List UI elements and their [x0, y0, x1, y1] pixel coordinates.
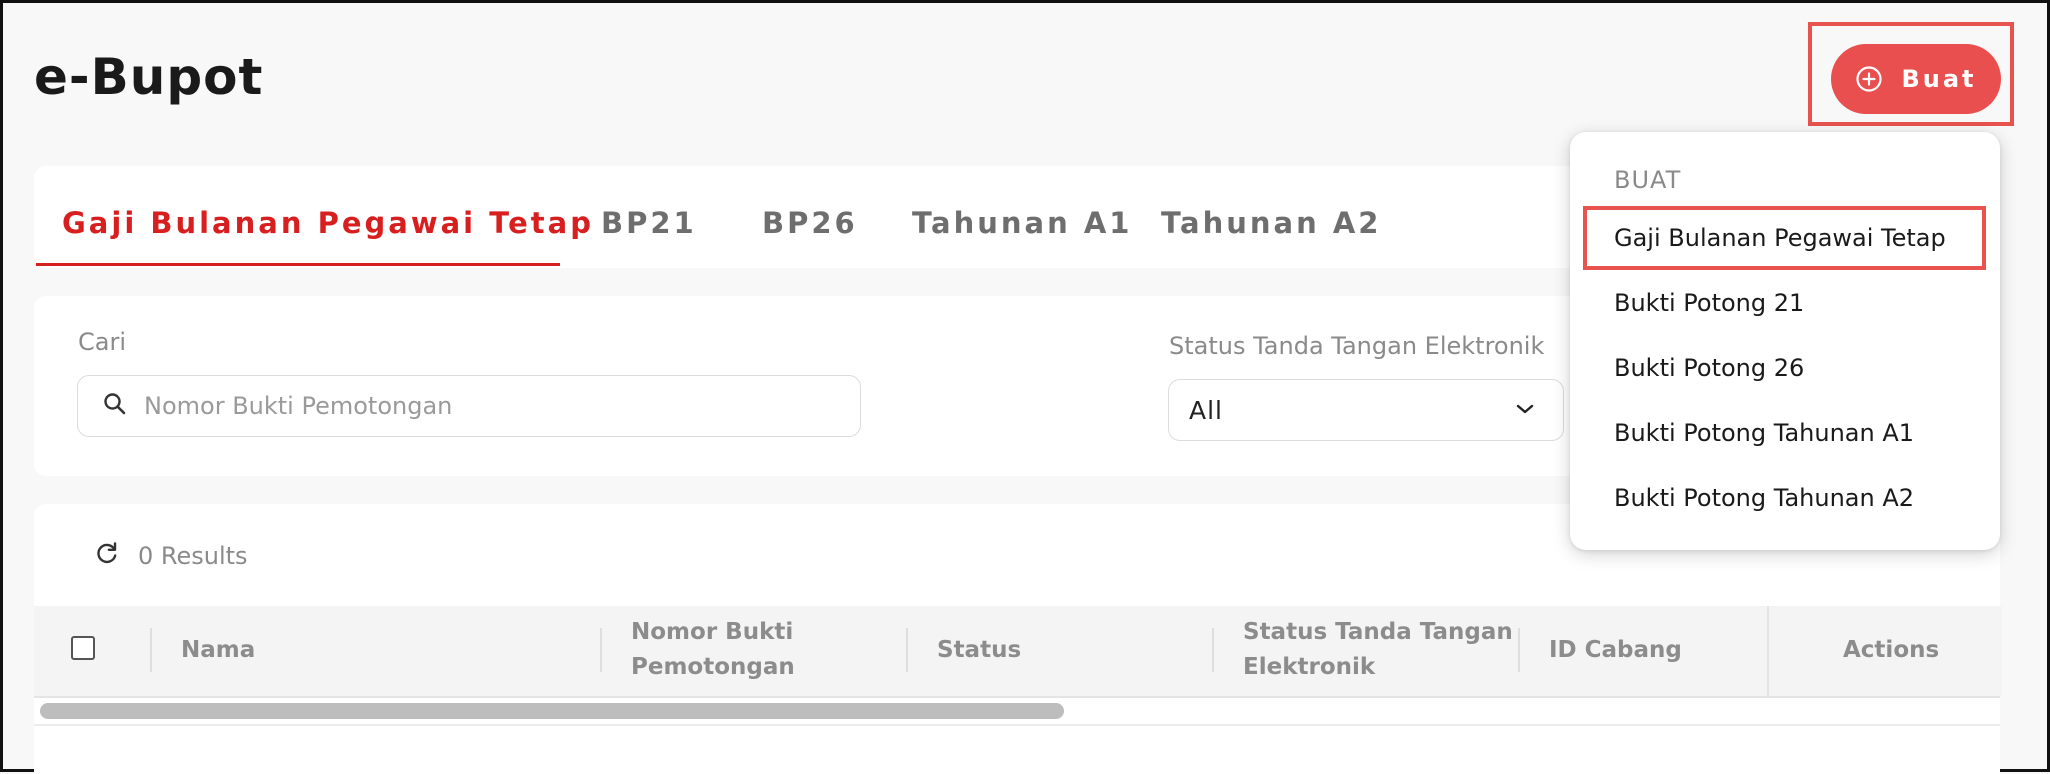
column-divider — [1212, 628, 1214, 672]
create-dropdown-menu: BUAT Gaji Bulanan Pegawai Tetap Bukti Po… — [1570, 132, 2000, 550]
column-header-label: Nama — [181, 637, 256, 663]
column-header-nomor-bukti[interactable]: Nomor Bukti Pemotongan — [631, 615, 795, 685]
column-header-label: Status — [937, 637, 1022, 663]
horizontal-scrollbar[interactable] — [34, 698, 2000, 726]
create-button[interactable]: Buat — [1831, 44, 2001, 114]
menu-item-bukti-potong-21[interactable]: Bukti Potong 21 — [1614, 289, 1804, 317]
active-tab-indicator — [36, 263, 560, 266]
actions-column: Actions — [1767, 606, 2002, 696]
results-bar: 0 Results — [94, 540, 248, 572]
column-divider — [150, 628, 152, 672]
column-divider — [1518, 628, 1520, 672]
tab-gaji-bulanan-pegawai-tetap[interactable]: Gaji Bulanan Pegawai Tetap — [62, 206, 594, 240]
refresh-icon[interactable] — [94, 540, 120, 572]
menu-item-bukti-potong-26[interactable]: Bukti Potong 26 — [1614, 354, 1804, 382]
tab-tahunan-a2[interactable]: Tahunan A2 — [1161, 206, 1381, 240]
column-header-label: Status Tanda Tangan — [1243, 619, 1513, 645]
menu-header: BUAT — [1614, 166, 1682, 194]
plus-circle-icon — [1855, 65, 1883, 93]
results-count: 0 Results — [138, 542, 248, 570]
tab-bp26[interactable]: BP26 — [762, 206, 858, 240]
tab-bp21[interactable]: BP21 — [601, 206, 697, 240]
column-header-label: ID Cabang — [1549, 637, 1682, 663]
column-header-nama[interactable]: Nama — [181, 633, 255, 668]
column-header-label: Pemotongan — [631, 654, 795, 680]
column-divider — [600, 628, 602, 672]
column-header-status-ttd[interactable]: Status Tanda Tangan Elektronik — [1243, 615, 1513, 685]
search-icon — [102, 391, 128, 421]
scrollbar-thumb[interactable] — [40, 703, 1064, 719]
signature-status-select[interactable]: All — [1168, 379, 1564, 441]
tab-tahunan-a1[interactable]: Tahunan A1 — [912, 206, 1132, 240]
create-button-label: Buat — [1901, 65, 1977, 93]
table-header: Nama Nomor Bukti Pemotongan Status Statu… — [34, 606, 2002, 698]
search-field[interactable] — [77, 375, 861, 437]
page-title: e-Bupot — [34, 48, 264, 106]
search-label: Cari — [78, 328, 126, 356]
column-header-label: Elektronik — [1243, 654, 1376, 680]
chevron-down-icon — [1515, 401, 1535, 420]
menu-item-bukti-potong-tahunan-a1[interactable]: Bukti Potong Tahunan A1 — [1614, 419, 1914, 447]
column-divider — [906, 628, 908, 672]
column-header-label: Nomor Bukti — [631, 619, 794, 645]
column-header-status[interactable]: Status — [937, 633, 1021, 668]
search-input[interactable] — [142, 391, 860, 421]
menu-item-gaji-bulanan-pegawai-tetap[interactable]: Gaji Bulanan Pegawai Tetap — [1614, 224, 1946, 252]
menu-item-bukti-potong-tahunan-a2[interactable]: Bukti Potong Tahunan A2 — [1614, 484, 1914, 512]
column-header-actions: Actions — [1843, 637, 1940, 663]
signature-status-label: Status Tanda Tangan Elektronik — [1169, 332, 1545, 360]
column-header-id-cabang[interactable]: ID Cabang — [1549, 633, 1682, 668]
select-all-checkbox[interactable] — [71, 636, 95, 660]
signature-status-value: All — [1189, 395, 1223, 425]
